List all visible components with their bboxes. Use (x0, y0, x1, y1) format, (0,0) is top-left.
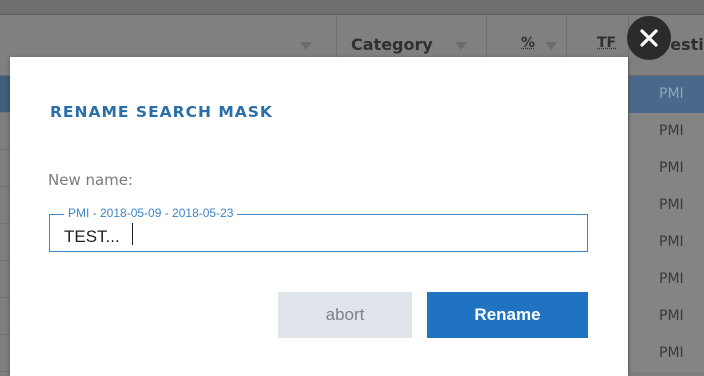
new-name-field[interactable]: PMI - 2018-05-09 - 2018-05-23 (49, 206, 588, 252)
column-header-category-label: Category (351, 35, 433, 54)
rename-button[interactable]: Rename (427, 292, 588, 338)
filter-icon[interactable] (545, 42, 557, 50)
destination-cell: PMI (628, 261, 704, 298)
top-bar (0, 0, 704, 15)
new-name-input[interactable] (50, 215, 587, 251)
text-caret (132, 223, 133, 245)
destination-cell: PMI (628, 150, 704, 187)
column-header-tf-label: TF (597, 35, 617, 51)
filter-icon[interactable] (300, 42, 312, 50)
rename-dialog: RENAME SEARCH MASK New name: PMI - 2018-… (10, 57, 628, 376)
destination-cell: PMI (628, 224, 704, 261)
destination-cell: PMI (628, 335, 704, 372)
destination-cell: PMI (628, 113, 704, 150)
app-stage: Category % TF Desti PMI PMI PMI PMI PMI … (0, 0, 704, 376)
filter-icon[interactable] (455, 42, 467, 50)
destination-cell: PMI (628, 76, 704, 113)
destination-cell: PMI (628, 298, 704, 335)
dialog-title: RENAME SEARCH MASK (50, 103, 273, 121)
new-name-label: New name: (48, 171, 134, 189)
column-header-percent-label: % (521, 35, 536, 51)
close-icon (640, 29, 658, 47)
destination-cell: PMI (628, 187, 704, 224)
close-button[interactable] (627, 16, 671, 60)
abort-button[interactable]: abort (278, 292, 412, 338)
